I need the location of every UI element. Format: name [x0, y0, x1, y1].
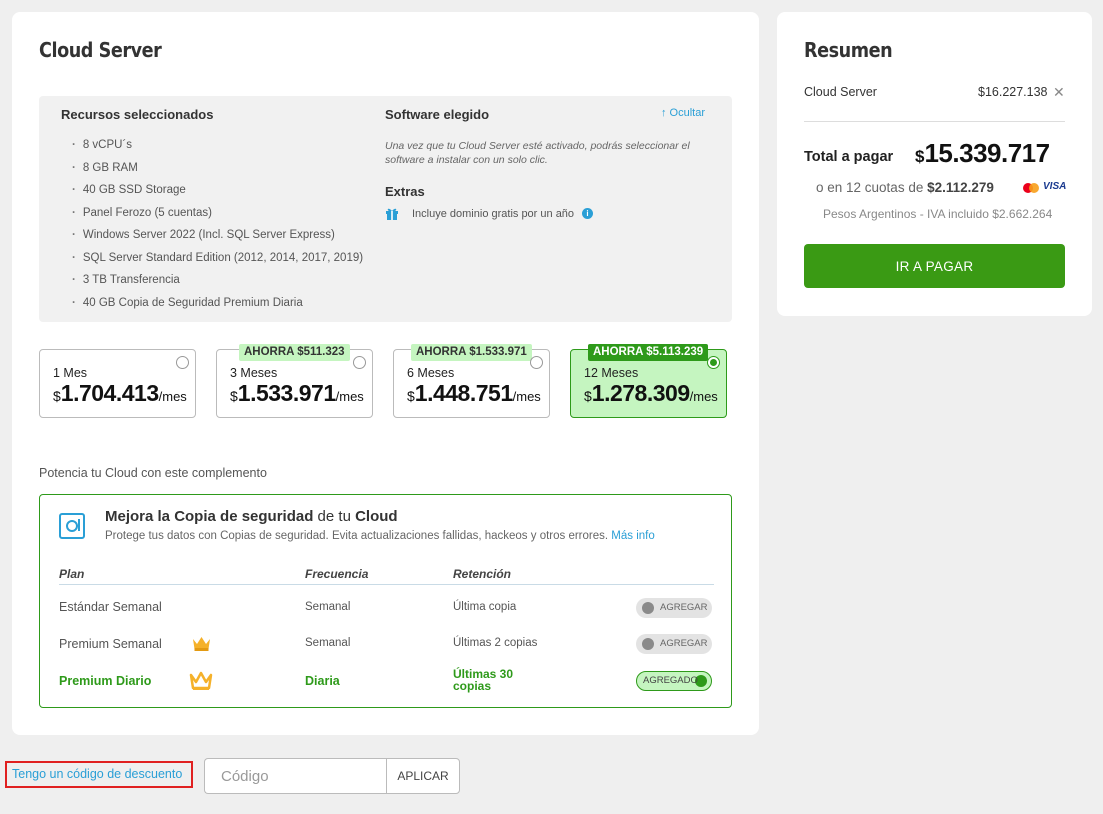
remove-item-icon[interactable]: ✕	[1053, 84, 1065, 101]
period-price: $1.704.413/mes	[53, 380, 187, 406]
extras-title: Extras	[385, 184, 425, 199]
summary-item-name: Cloud Server	[804, 85, 877, 99]
period-option-1-month[interactable]: 1 Mes $1.704.413/mes	[39, 349, 196, 418]
apply-button[interactable]: APLICAR	[386, 758, 460, 794]
addon-subtitle: Protege tus datos con Copias de segurida…	[105, 530, 655, 542]
period-option-6-months[interactable]: AHORRA $1.533.971 6 Meses $1.448.751/mes	[393, 344, 550, 418]
extras-row: Incluye dominio gratis por un año i	[385, 207, 594, 220]
resource-item: 40 GB SSD Storage	[72, 182, 363, 205]
summary-title: Resumen	[804, 38, 893, 62]
savings-badge: AHORRA $5.113.239	[588, 344, 709, 361]
radio-button-selected[interactable]	[707, 356, 720, 369]
info-icon[interactable]: i	[582, 208, 594, 219]
resource-item: Panel Ferozo (5 cuentas)	[72, 205, 363, 228]
gift-icon	[385, 207, 399, 220]
resource-item: 3 TB Transferencia	[72, 272, 363, 295]
summary-card: Resumen Cloud Server $16.227.138 ✕ Total…	[777, 12, 1092, 316]
period-price: $1.278.309/mes	[584, 380, 718, 406]
period-option-3-months[interactable]: AHORRA $511.323 3 Meses $1.533.971/mes	[216, 344, 373, 418]
discount-code-link[interactable]: Tengo un código de descuento	[5, 761, 193, 788]
period-price: $1.448.751/mes	[407, 380, 541, 406]
plan-frequency: Diaria	[305, 674, 340, 688]
plan-retention: Últimas 2 copias	[453, 637, 538, 649]
extras-item: Incluye dominio gratis por un año	[412, 207, 575, 220]
backup-addon-box: Mejora la Copia de seguridad de tu Cloud…	[39, 494, 732, 708]
cloud-server-card: Cloud Server Recursos seleccionados 8 vC…	[12, 12, 759, 735]
software-note: Una vez que tu Cloud Server esté activad…	[385, 140, 690, 166]
mastercard-icon	[1023, 183, 1039, 193]
radio-button[interactable]	[176, 356, 189, 369]
column-header-frequency: Frecuencia	[305, 567, 369, 581]
addon-caption: Potencia tu Cloud con este complemento	[39, 466, 267, 480]
resources-list: 8 vCPU´s 8 GB RAM 40 GB SSD Storage Pane…	[72, 137, 363, 317]
plan-name: Estándar Semanal	[59, 600, 162, 614]
savings-badge: AHORRA $511.323	[239, 344, 350, 361]
savings-badge: AHORRA $1.533.971	[411, 344, 532, 361]
summary-item-price: $16.227.138	[978, 85, 1048, 99]
resource-item: Windows Server 2022 (Incl. SQL Server Ex…	[72, 227, 363, 250]
column-header-retention: Retención	[453, 567, 512, 581]
resources-title: Recursos seleccionados	[61, 107, 214, 122]
installments-text: o en 12 cuotas de $2.112.279	[816, 180, 994, 195]
period-label: 3 Meses	[230, 366, 278, 380]
add-toggle[interactable]: AGREGAR	[636, 634, 712, 654]
discount-code-input[interactable]	[204, 758, 386, 794]
table-divider	[59, 584, 714, 585]
period-price: $1.533.971/mes	[230, 380, 364, 406]
visa-icon: VISA	[1043, 181, 1067, 192]
plan-name: Premium Diario	[59, 674, 152, 688]
period-option-12-months[interactable]: AHORRA $5.113.239 12 Meses $1.278.309/me…	[570, 344, 727, 418]
resources-panel: Recursos seleccionados 8 vCPU´s 8 GB RAM…	[39, 96, 732, 322]
page-title: Cloud Server	[39, 38, 162, 62]
plan-name: Premium Semanal	[59, 637, 162, 651]
total-label: Total a pagar	[804, 149, 894, 165]
crown-icon	[193, 637, 210, 651]
safe-icon	[59, 513, 85, 539]
plan-frequency: Semanal	[305, 601, 351, 613]
resource-item: 8 vCPU´s	[72, 137, 363, 160]
plan-frequency: Semanal	[305, 637, 351, 649]
radio-button[interactable]	[353, 356, 366, 369]
software-title: Software elegido	[385, 107, 490, 122]
added-toggle[interactable]: AGREGADO	[636, 671, 712, 691]
hide-link[interactable]: ↑ Ocultar	[661, 107, 705, 119]
plan-retention: Última copia	[453, 601, 517, 613]
resource-item: 8 GB RAM	[72, 160, 363, 183]
period-label: 12 Meses	[584, 366, 639, 380]
plan-retention: Últimas 30 copias	[453, 667, 514, 693]
crown-icon	[189, 671, 213, 690]
period-label: 1 Mes	[53, 366, 88, 380]
resource-item: SQL Server Standard Edition (2012, 2014,…	[72, 250, 363, 273]
total-amount: $15.339.717	[915, 138, 1050, 168]
column-header-plan: Plan	[59, 567, 85, 581]
taxes-note: Pesos Argentinos - IVA incluido $2.662.2…	[823, 207, 1053, 221]
resource-item: 40 GB Copia de Seguridad Premium Diaria	[72, 295, 363, 318]
more-info-link[interactable]: Más info	[611, 530, 654, 542]
pay-button[interactable]: IR A PAGAR	[804, 244, 1065, 288]
summary-divider	[804, 121, 1065, 122]
addon-title: Mejora la Copia de seguridad de tu Cloud	[105, 508, 398, 525]
radio-button[interactable]	[530, 356, 543, 369]
add-toggle[interactable]: AGREGAR	[636, 598, 712, 618]
period-label: 6 Meses	[407, 366, 455, 380]
